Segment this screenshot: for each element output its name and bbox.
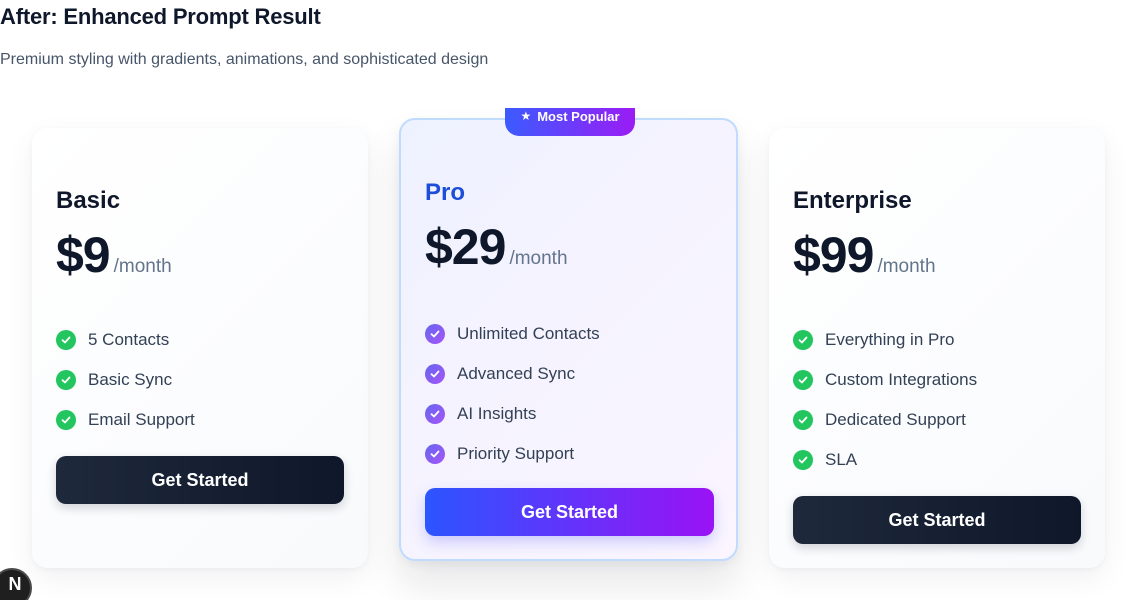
price-row: $99 /month xyxy=(793,226,936,284)
plan-name: Basic xyxy=(56,187,121,214)
page-subtitle: Premium styling with gradients, animatio… xyxy=(0,51,489,68)
plan-period: /month xyxy=(113,256,172,277)
feature-label: Everything in Pro xyxy=(825,330,955,349)
check-circle-icon xyxy=(56,370,76,390)
pricing-card-enterprise: Enterprise $99 /month Everything in Pro … xyxy=(769,128,1105,568)
feature-item: Priority Support xyxy=(425,434,600,474)
feature-item: Advanced Sync xyxy=(425,354,600,394)
feature-label: Advanced Sync xyxy=(457,364,576,383)
plan-name: Pro xyxy=(425,179,466,206)
feature-item: AI Insights xyxy=(425,394,600,434)
most-popular-badge: ★ Most Popular xyxy=(505,108,635,136)
feature-item: SLA xyxy=(793,440,977,480)
plan-price: $99 xyxy=(793,227,874,283)
feature-item: Email Support xyxy=(56,400,195,440)
check-circle-icon xyxy=(425,364,445,384)
feature-list: Everything in Pro Custom Integrations De… xyxy=(793,320,977,480)
feature-list: Unlimited Contacts Advanced Sync AI Insi… xyxy=(425,314,600,474)
feature-label: 5 Contacts xyxy=(88,330,170,349)
check-circle-icon xyxy=(56,330,76,350)
check-circle-icon xyxy=(793,370,813,390)
feature-label: AI Insights xyxy=(457,404,537,423)
badge-label: Most Popular xyxy=(537,108,620,124)
star-icon: ★ xyxy=(520,109,532,123)
feature-label: Basic Sync xyxy=(88,370,173,389)
plan-price: $9 xyxy=(56,227,111,283)
feature-label: Priority Support xyxy=(457,444,575,463)
feature-label: Email Support xyxy=(88,410,195,429)
plan-price: $29 xyxy=(425,219,506,275)
feature-item: Everything in Pro xyxy=(793,320,977,360)
feature-label: SLA xyxy=(825,450,858,469)
check-circle-icon xyxy=(425,444,445,464)
feature-label: Dedicated Support xyxy=(825,410,966,429)
get-started-button-pro[interactable]: Get Started xyxy=(425,488,714,536)
page-title: After: Enhanced Prompt Result xyxy=(0,4,321,29)
check-circle-icon xyxy=(425,324,445,344)
check-circle-icon xyxy=(56,410,76,430)
feature-list: 5 Contacts Basic Sync Email Support xyxy=(56,320,195,440)
check-circle-icon xyxy=(425,404,445,424)
dev-indicator-button[interactable]: N xyxy=(0,568,32,600)
plan-name: Enterprise xyxy=(793,187,912,214)
get-started-button-basic[interactable]: Get Started xyxy=(56,456,344,504)
price-row: $29 /month xyxy=(425,218,568,276)
feature-item: Unlimited Contacts xyxy=(425,314,600,354)
feature-item: Custom Integrations xyxy=(793,360,977,400)
check-circle-icon xyxy=(793,330,813,350)
feature-label: Custom Integrations xyxy=(825,370,978,389)
feature-item: 5 Contacts xyxy=(56,320,195,360)
pricing-card-pro: ★ Most Popular Pro $29 /month Unlimited … xyxy=(399,108,738,561)
feature-item: Basic Sync xyxy=(56,360,195,400)
price-row: $9 /month xyxy=(56,226,172,284)
plan-period: /month xyxy=(509,248,568,269)
check-circle-icon xyxy=(793,450,813,470)
plan-period: /month xyxy=(877,256,936,277)
pricing-card-basic: Basic $9 /month 5 Contacts Basic Sync Em… xyxy=(32,128,368,568)
feature-label: Unlimited Contacts xyxy=(457,324,600,343)
check-circle-icon xyxy=(793,410,813,430)
feature-item: Dedicated Support xyxy=(793,400,977,440)
get-started-button-enterprise[interactable]: Get Started xyxy=(793,496,1081,544)
